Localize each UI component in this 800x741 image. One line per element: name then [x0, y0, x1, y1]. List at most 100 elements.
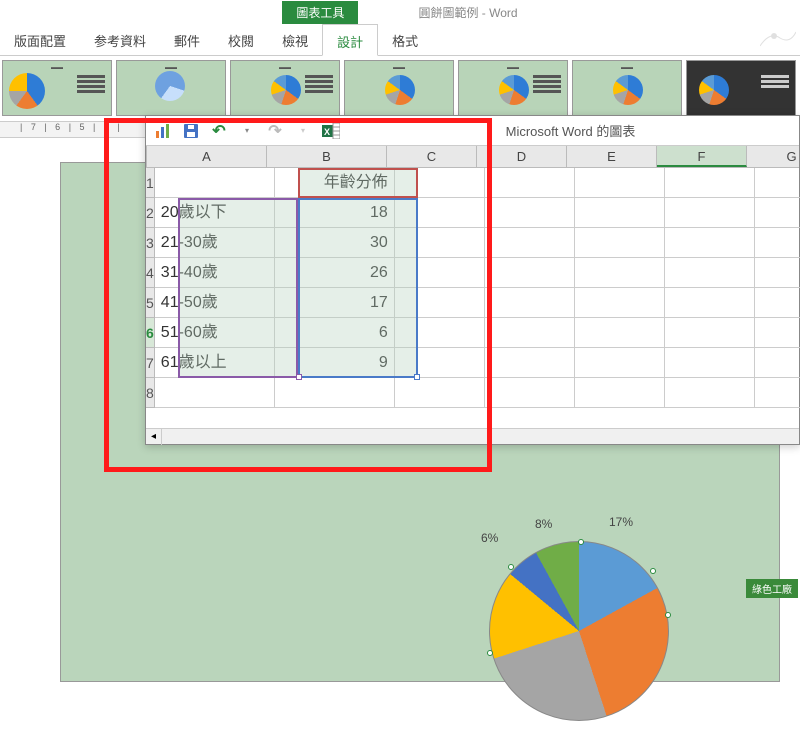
cell[interactable]: 9: [275, 348, 395, 378]
undo-icon[interactable]: ↶: [210, 122, 228, 140]
cell[interactable]: [395, 258, 485, 288]
tab-references[interactable]: 参考資料: [80, 24, 160, 55]
cell[interactable]: [755, 318, 800, 348]
row-header[interactable]: 6: [146, 318, 155, 348]
cell[interactable]: [395, 348, 485, 378]
cell[interactable]: [575, 378, 665, 408]
title-bar: 圖表工具 圓餅圖範例 - Word: [0, 0, 800, 24]
cell[interactable]: [485, 318, 575, 348]
cell[interactable]: [155, 378, 275, 408]
undo-dropdown-icon[interactable]: ▾: [238, 122, 256, 140]
cell[interactable]: 31-40歲: [155, 258, 275, 288]
row-header[interactable]: 8: [146, 378, 155, 408]
cell[interactable]: [395, 378, 485, 408]
tab-format[interactable]: 格式: [378, 24, 432, 55]
chart-style-6[interactable]: ▬▬: [572, 60, 682, 116]
cell[interactable]: 30: [275, 228, 395, 258]
cell[interactable]: [665, 228, 755, 258]
cell[interactable]: 20歲以下: [155, 198, 275, 228]
cell[interactable]: [395, 168, 485, 198]
row-header[interactable]: 1: [146, 168, 155, 198]
tab-view[interactable]: 檢視: [268, 24, 322, 55]
cell[interactable]: [755, 198, 800, 228]
cell[interactable]: [485, 378, 575, 408]
chart-style-3[interactable]: ▬▬: [230, 60, 340, 116]
cell[interactable]: [275, 378, 395, 408]
cell[interactable]: [485, 198, 575, 228]
col-header-c[interactable]: C: [387, 146, 477, 167]
chart-style-7[interactable]: [686, 60, 796, 116]
row-header[interactable]: 2: [146, 198, 155, 228]
row-header[interactable]: 5: [146, 288, 155, 318]
cell[interactable]: [395, 288, 485, 318]
cell[interactable]: 17: [275, 288, 395, 318]
chart-style-5[interactable]: ▬▬: [458, 60, 568, 116]
cell[interactable]: [755, 288, 800, 318]
cell[interactable]: [665, 318, 755, 348]
cell[interactable]: 6: [275, 318, 395, 348]
cell[interactable]: [665, 288, 755, 318]
col-header-g[interactable]: G: [747, 146, 800, 167]
cell[interactable]: [665, 378, 755, 408]
cell[interactable]: 18: [275, 198, 395, 228]
cell[interactable]: [575, 198, 665, 228]
cell[interactable]: [485, 168, 575, 198]
col-header-f[interactable]: F: [657, 146, 747, 167]
datasheet-grid[interactable]: A B C D E F G 1 年齡分佈 220歲以下18 321-30歲30 4…: [146, 146, 799, 408]
scroll-left-arrow[interactable]: ◂: [146, 429, 162, 445]
cell[interactable]: 61歲以上: [155, 348, 275, 378]
cell[interactable]: [395, 318, 485, 348]
pie-chart[interactable]: 17% 8% 6%: [439, 481, 699, 741]
col-header-e[interactable]: E: [567, 146, 657, 167]
row-header[interactable]: 7: [146, 348, 155, 378]
cell[interactable]: 41-50歲: [155, 288, 275, 318]
cell[interactable]: [665, 168, 755, 198]
cell[interactable]: [755, 168, 800, 198]
cell[interactable]: 51-60歲: [155, 318, 275, 348]
cell[interactable]: [395, 228, 485, 258]
redo-icon[interactable]: ↷: [266, 122, 284, 140]
cell[interactable]: [485, 348, 575, 378]
excel-icon[interactable]: X: [322, 122, 340, 140]
cell[interactable]: [485, 228, 575, 258]
cell[interactable]: 21-30歲: [155, 228, 275, 258]
cell[interactable]: [395, 198, 485, 228]
row-header[interactable]: 4: [146, 258, 155, 288]
datasheet-toolbar: ↶ ▾ ↷ ▾ X Microsoft Word 的圖表: [146, 116, 799, 146]
cell[interactable]: 26: [275, 258, 395, 288]
col-header-b[interactable]: B: [267, 146, 387, 167]
chart-style-1[interactable]: ▬▬: [2, 60, 112, 116]
cell[interactable]: [755, 348, 800, 378]
tab-design[interactable]: 設計: [322, 24, 378, 56]
cell[interactable]: [665, 258, 755, 288]
pie-plot-area[interactable]: [489, 541, 669, 721]
tab-mailings[interactable]: 郵件: [160, 24, 214, 55]
horizontal-scrollbar[interactable]: ◂: [146, 428, 799, 444]
cell[interactable]: [665, 348, 755, 378]
chart-style-2[interactable]: ▬▬: [116, 60, 226, 116]
cell[interactable]: [755, 258, 800, 288]
watermark: 綠色工廠: [746, 579, 798, 598]
cell[interactable]: [575, 258, 665, 288]
cell[interactable]: [575, 288, 665, 318]
cell[interactable]: [575, 348, 665, 378]
cell[interactable]: [755, 378, 800, 408]
col-header-a[interactable]: A: [147, 146, 267, 167]
redo-dropdown-icon[interactable]: ▾: [294, 122, 312, 140]
cell[interactable]: [575, 318, 665, 348]
cell[interactable]: [485, 288, 575, 318]
row-header[interactable]: 3: [146, 228, 155, 258]
cell[interactable]: 年齡分佈: [275, 168, 395, 198]
cell[interactable]: [155, 168, 275, 198]
save-icon[interactable]: [182, 122, 200, 140]
cell[interactable]: [575, 168, 665, 198]
cell[interactable]: [485, 258, 575, 288]
cell[interactable]: [755, 228, 800, 258]
cell[interactable]: [665, 198, 755, 228]
chart-style-4[interactable]: ▬▬: [344, 60, 454, 116]
tab-review[interactable]: 校閱: [214, 24, 268, 55]
tab-layout[interactable]: 版面配置: [0, 24, 80, 55]
cell[interactable]: [575, 228, 665, 258]
chart-datasheet-window[interactable]: ↶ ▾ ↷ ▾ X Microsoft Word 的圖表 A B C D E F…: [145, 115, 800, 445]
col-header-d[interactable]: D: [477, 146, 567, 167]
